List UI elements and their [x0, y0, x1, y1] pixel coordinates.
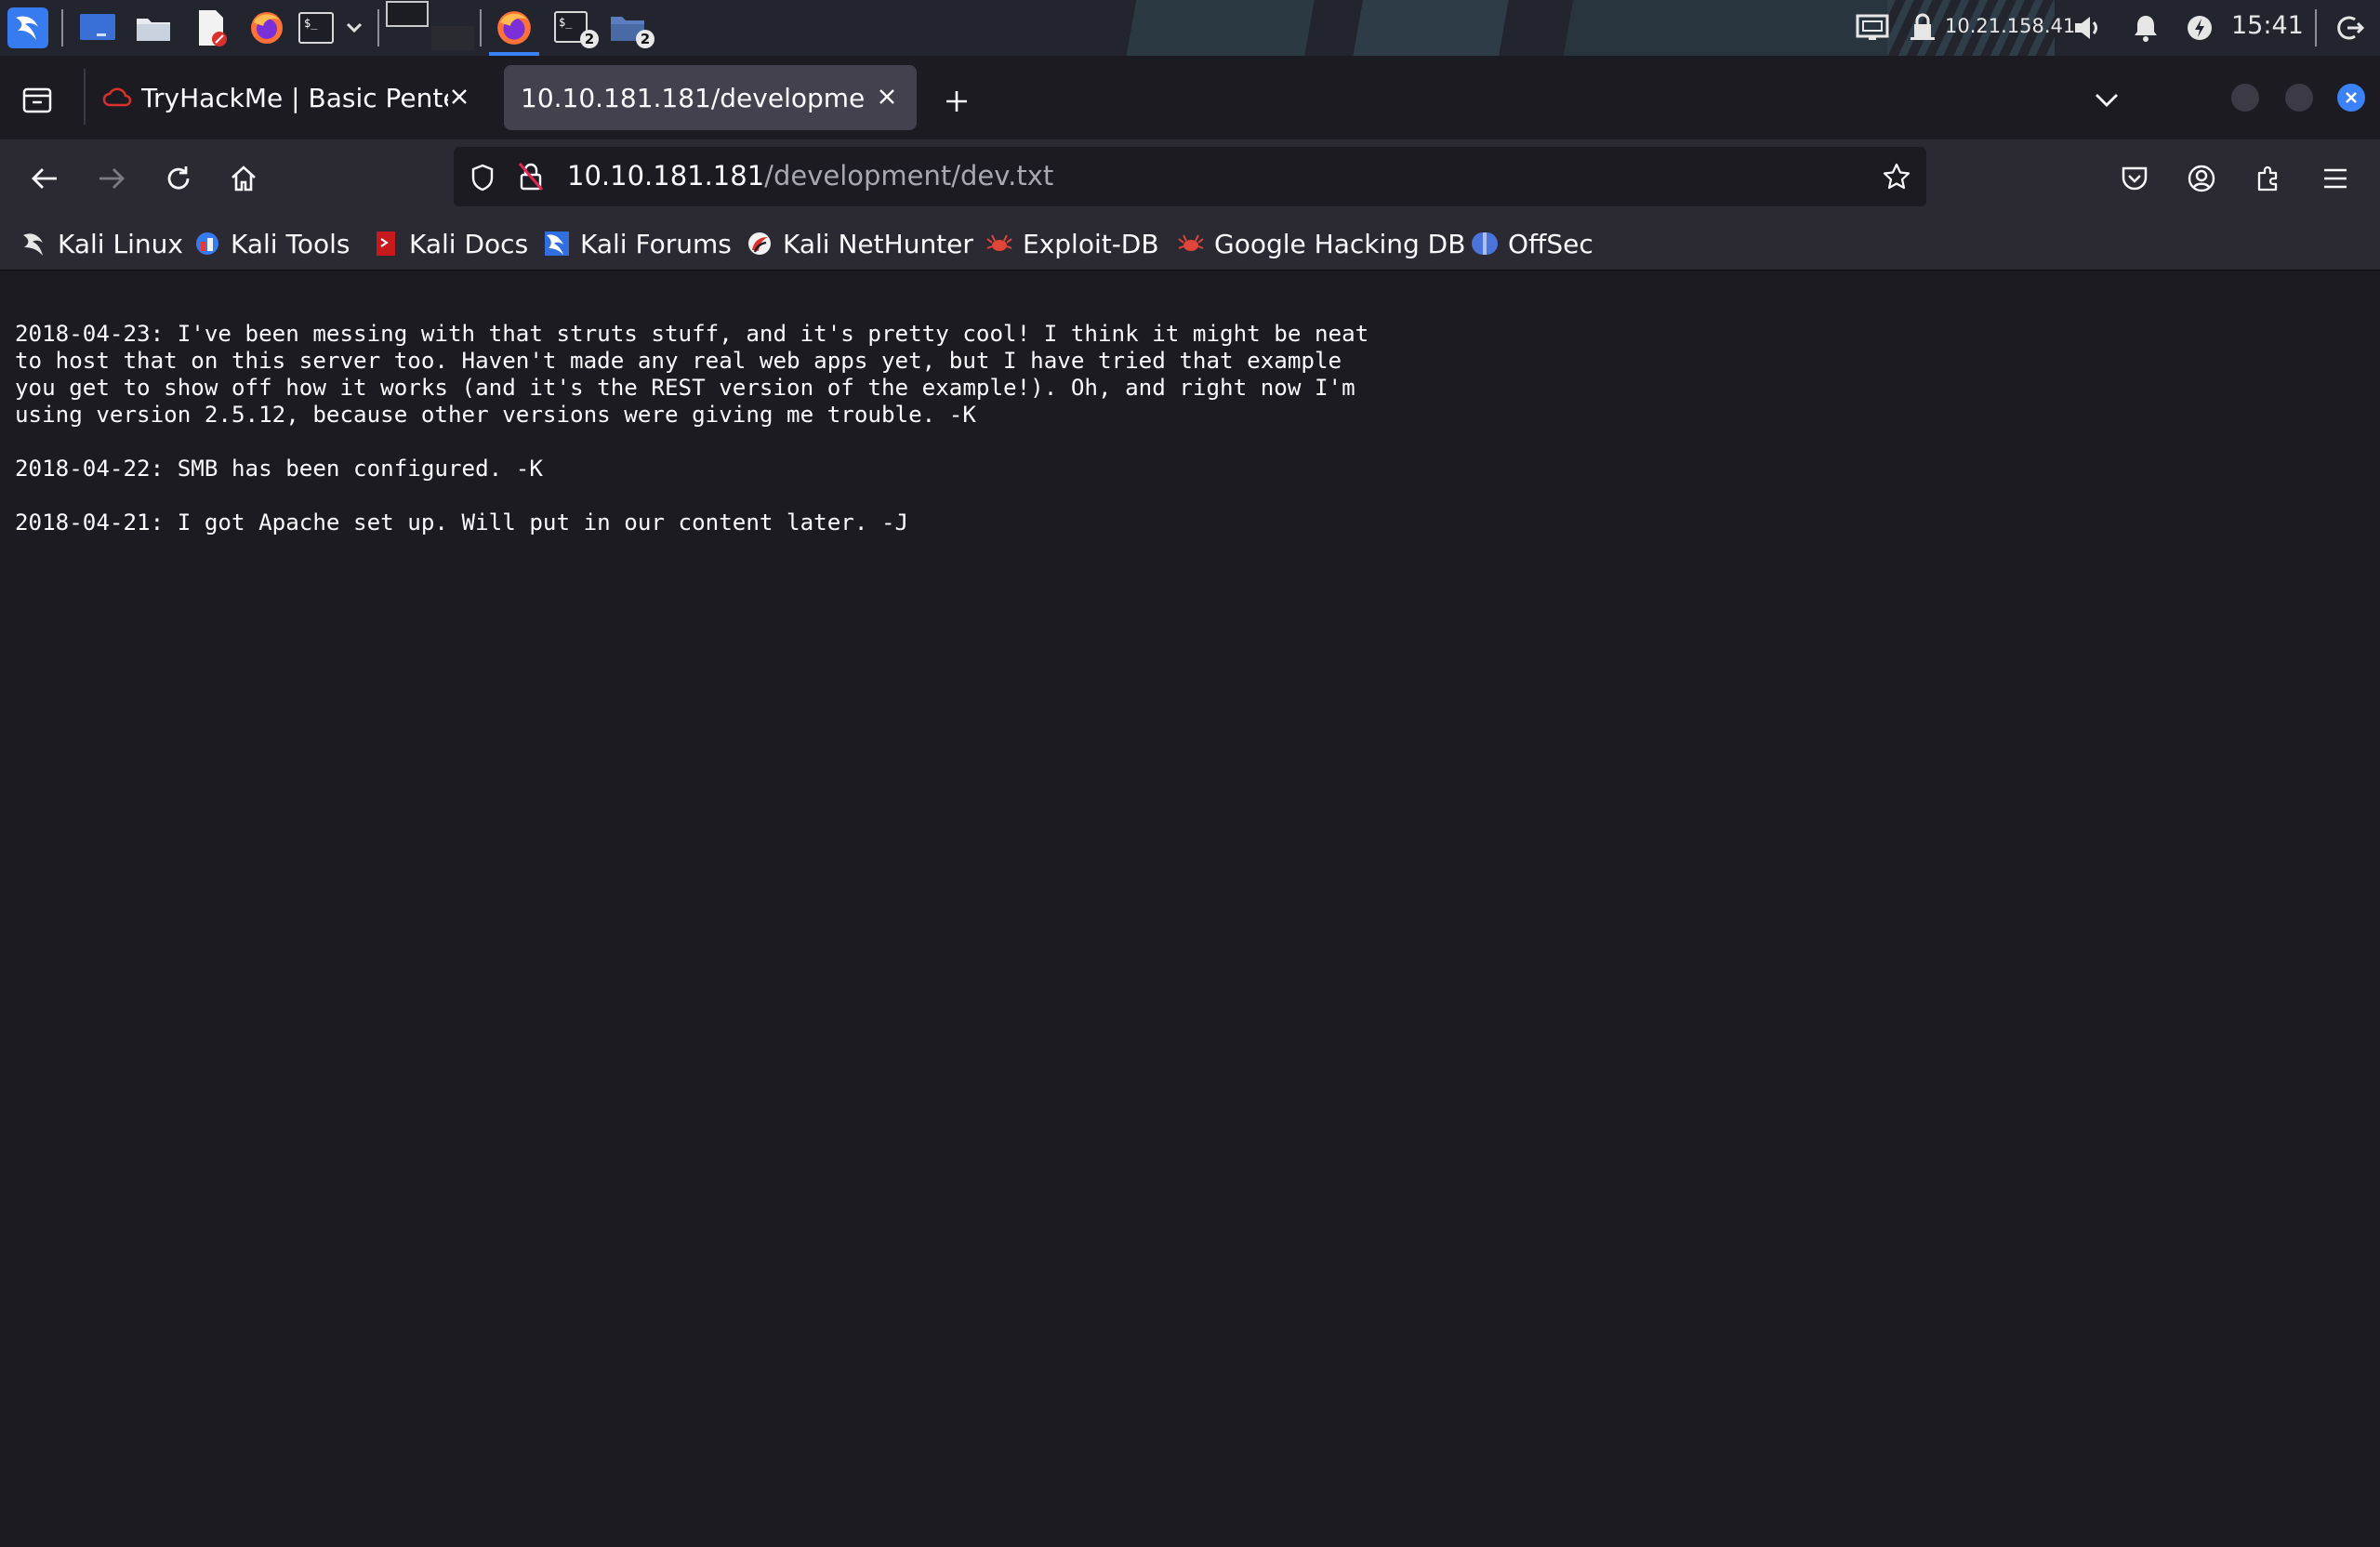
bookmarks-toolbar: Kali Linux Kali Tools Kali Docs Kali For…	[0, 218, 2380, 271]
firefox-launcher-icon[interactable]	[245, 7, 288, 48]
pocket-icon[interactable]	[2114, 158, 2155, 199]
kali-docs-icon	[372, 230, 400, 258]
bookmark-label: Google Hacking DB	[1214, 228, 1466, 259]
tab-label: TryHackMe | Basic Pentes	[141, 82, 448, 113]
power-manager-icon[interactable]	[2183, 7, 2216, 48]
file-manager-icon[interactable]	[132, 7, 175, 48]
display-icon[interactable]	[1854, 7, 1891, 48]
bookmark-label: Kali Linux	[58, 228, 183, 259]
panel-separator	[480, 9, 482, 46]
show-desktop-icon[interactable]	[76, 7, 119, 48]
notification-bell-icon[interactable]	[2129, 7, 2162, 48]
bookmark-star-icon[interactable]	[1880, 160, 1913, 193]
taskbar-terminal[interactable]: $_ 2	[549, 7, 599, 48]
bookmark-label: OffSec	[1508, 228, 1593, 259]
system-panel: $_ $_ 2 2 10.21.158.41 15:41	[0, 0, 2380, 56]
tab-tryhackme[interactable]: TryHackMe | Basic Pentes	[89, 65, 489, 130]
panel-separator	[61, 9, 63, 46]
bookmark-exploit-db[interactable]: Exploit-DB	[985, 225, 1159, 262]
bookmark-offsec[interactable]: OffSec	[1471, 225, 1593, 262]
nethunter-icon	[746, 230, 774, 258]
new-tab-icon[interactable]	[937, 82, 976, 121]
close-window-button[interactable]	[2337, 84, 2365, 112]
window-count-badge: 2	[580, 30, 599, 48]
volume-icon[interactable]	[2069, 7, 2107, 48]
chevron-down-icon[interactable]	[342, 7, 366, 48]
url-path: /development/dev.txt	[764, 160, 1054, 192]
bookmark-kali-docs[interactable]: Kali Docs	[372, 225, 528, 262]
tab-label: 10.10.181.181/development/d	[521, 82, 865, 113]
extensions-puzzle-icon[interactable]	[2248, 158, 2289, 199]
tab-strip: TryHackMe | Basic Pentes 10.10.181.181/d…	[0, 56, 2380, 139]
vpn-lock-icon[interactable]	[1906, 7, 1939, 48]
kali-tools-icon	[193, 230, 221, 258]
bookmark-label: Kali Forums	[580, 228, 732, 259]
firefox-view-icon[interactable]	[19, 82, 56, 119]
maximize-window-button[interactable]	[2285, 84, 2313, 112]
panel-separator	[2315, 9, 2317, 46]
kali-dragon-icon	[20, 230, 48, 258]
bookmark-label: Kali Docs	[409, 228, 529, 259]
bookmark-label: Kali Tools	[231, 228, 350, 259]
exploit-db-spider-icon	[985, 230, 1013, 258]
address-bar[interactable]: 10.10.181.181/development/dev.txt	[454, 147, 1926, 206]
offsec-icon	[1471, 230, 1499, 258]
workspace-switcher[interactable]	[385, 0, 478, 52]
dev-txt-document: 2018-04-23: I've been messing with that …	[15, 321, 1369, 536]
list-all-tabs-icon[interactable]	[2086, 82, 2127, 119]
kali-menu-icon[interactable]	[6, 7, 50, 48]
url-host: 10.10.181.181	[567, 160, 765, 192]
back-button[interactable]	[24, 158, 65, 199]
page-content: 2018-04-23: I've been messing with that …	[0, 271, 2380, 1547]
bookmark-kali-tools[interactable]: Kali Tools	[193, 225, 350, 262]
close-tab-icon[interactable]	[872, 82, 902, 112]
minimize-window-button[interactable]	[2231, 84, 2259, 112]
navigation-toolbar: 10.10.181.181/development/dev.txt	[0, 139, 2380, 218]
home-button[interactable]	[223, 158, 264, 199]
account-icon[interactable]	[2181, 158, 2222, 199]
clock[interactable]: 15:41	[2231, 11, 2304, 40]
bookmark-google-hacking-db[interactable]: Google Hacking DB	[1177, 225, 1465, 262]
forward-button[interactable]	[91, 158, 132, 199]
logout-icon[interactable]	[2332, 7, 2369, 48]
hamburger-menu-icon[interactable]	[2315, 158, 2356, 199]
bookmark-kali-linux[interactable]: Kali Linux	[20, 225, 183, 262]
tryhackme-cloud-icon	[100, 81, 134, 114]
window-count-badge: 2	[636, 30, 654, 48]
wallpaper-decoration	[1088, 0, 1887, 56]
bookmark-label: Exploit-DB	[1023, 228, 1159, 259]
insecure-connection-lock-icon[interactable]	[515, 160, 547, 193]
kali-forums-icon	[543, 230, 571, 258]
tab-separator	[84, 69, 86, 125]
text-editor-icon[interactable]	[190, 7, 232, 48]
taskbar-files[interactable]: 2	[604, 7, 654, 48]
tracking-protection-shield-icon[interactable]	[467, 162, 498, 193]
bookmark-label: Kali NetHunter	[783, 228, 973, 259]
reload-button[interactable]	[158, 158, 199, 199]
terminal-launcher-icon[interactable]: $_	[296, 7, 337, 48]
vpn-ip-address: 10.21.158.41	[1945, 15, 2076, 37]
tab-dev-txt[interactable]: 10.10.181.181/development/d	[504, 65, 917, 130]
ghdb-spider-icon	[1177, 230, 1205, 258]
close-tab-icon[interactable]	[444, 82, 474, 112]
svg-text:$_: $_	[304, 17, 318, 30]
taskbar-firefox[interactable]	[487, 4, 541, 56]
svg-text:$_: $_	[559, 16, 573, 29]
url-text: 10.10.181.181/development/dev.txt	[567, 160, 1053, 192]
bookmark-kali-nethunter[interactable]: Kali NetHunter	[746, 225, 973, 262]
bookmark-kali-forums[interactable]: Kali Forums	[543, 225, 732, 262]
panel-separator	[377, 9, 379, 46]
